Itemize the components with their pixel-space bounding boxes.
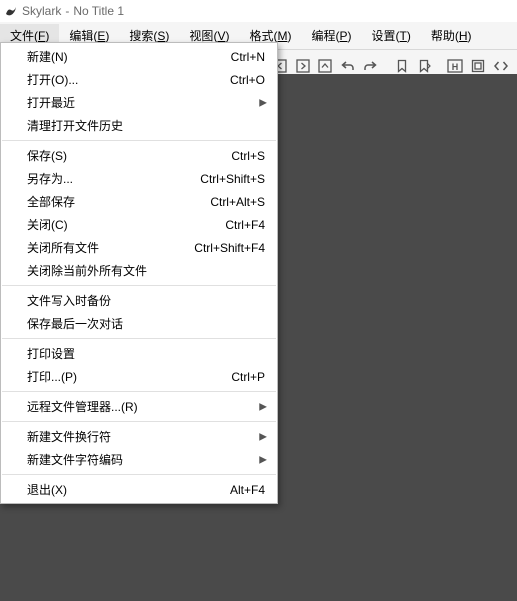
menu-separator: [2, 285, 276, 286]
menuitem-accel: Ctrl+S: [231, 149, 265, 163]
menuitem-open[interactable]: 打开(O)... Ctrl+O: [1, 68, 277, 91]
menuitem-label: 新建文件换行符: [27, 428, 265, 445]
menuitem-accel: Ctrl+O: [230, 73, 265, 87]
svg-text:H: H: [451, 62, 458, 72]
menu-settings[interactable]: 设置(T): [362, 24, 421, 47]
menuitem-open-recent[interactable]: 打开最近▶: [1, 91, 277, 114]
menuitem-accel: Ctrl+Alt+S: [210, 195, 265, 209]
menuitem-label: 另存为...: [27, 170, 188, 187]
menu-mnemonic: V: [217, 29, 225, 43]
menu-mnemonic: T: [400, 29, 407, 43]
menu-label: 编程: [311, 29, 335, 43]
menuitem-label: 打开(O)...: [27, 71, 218, 88]
menuitem-label: 打开最近: [27, 94, 265, 111]
menu-mnemonic: P: [339, 29, 347, 43]
menuitem-accel: Ctrl+N: [231, 50, 265, 64]
menu-label: 帮助: [431, 29, 455, 43]
menuitem-label: 新建(N): [27, 48, 219, 65]
menuitem-label: 清理打开文件历史: [27, 117, 265, 134]
menu-mnemonic: M: [277, 29, 287, 43]
menuitem-label: 打印...(P): [27, 368, 219, 385]
menu-help[interactable]: 帮助(H): [421, 24, 482, 47]
menuitem-label: 保存(S): [27, 147, 219, 164]
menuitem-accel: Ctrl+Shift+S: [200, 172, 265, 186]
title-app: Skylark: [22, 4, 61, 18]
menu-mnemonic: E: [97, 29, 105, 43]
menuitem-close-others[interactable]: 关闭除当前外所有文件: [1, 259, 277, 282]
menuitem-save-session[interactable]: 保存最后一次对话: [1, 312, 277, 335]
menuitem-new[interactable]: 新建(N) Ctrl+N: [1, 45, 277, 68]
menuitem-accel: Ctrl+F4: [225, 218, 265, 232]
menu-separator: [2, 391, 276, 392]
menuitem-exit[interactable]: 退出(X) Alt+F4: [1, 478, 277, 501]
menuitem-save-all[interactable]: 全部保存 Ctrl+Alt+S: [1, 190, 277, 213]
chevron-right-icon: ▶: [259, 97, 267, 108]
menuitem-label: 文件写入时备份: [27, 292, 265, 309]
menuitem-print[interactable]: 打印...(P) Ctrl+P: [1, 365, 277, 388]
menuitem-remote-files[interactable]: 远程文件管理器...(R)▶: [1, 395, 277, 418]
title-sep: -: [65, 4, 69, 18]
chevron-right-icon: ▶: [259, 454, 267, 465]
menuitem-clear-recent[interactable]: 清理打开文件历史: [1, 114, 277, 137]
menuitem-backup-on-write[interactable]: 文件写入时备份: [1, 289, 277, 312]
menu-mnemonic: F: [38, 29, 45, 43]
titlebar: Skylark - No Title 1: [0, 0, 517, 22]
menuitem-new-encoding[interactable]: 新建文件字符编码▶: [1, 448, 277, 471]
app-icon: [4, 4, 18, 18]
chevron-right-icon: ▶: [259, 431, 267, 442]
menuitem-label: 打印设置: [27, 345, 265, 362]
menu-separator: [2, 421, 276, 422]
menuitem-label: 新建文件字符编码: [27, 451, 265, 468]
menuitem-close[interactable]: 关闭(C) Ctrl+F4: [1, 213, 277, 236]
menu-label: 设置: [372, 29, 396, 43]
menuitem-label: 关闭除当前外所有文件: [27, 262, 265, 279]
menuitem-accel: Alt+F4: [230, 483, 265, 497]
menuitem-new-lineending[interactable]: 新建文件换行符▶: [1, 425, 277, 448]
menuitem-save[interactable]: 保存(S) Ctrl+S: [1, 144, 277, 167]
menuitem-print-setup[interactable]: 打印设置: [1, 342, 277, 365]
menu-program[interactable]: 编程(P): [301, 24, 361, 47]
menuitem-label: 关闭(C): [27, 216, 213, 233]
menu-label: 编辑: [69, 29, 93, 43]
menu-label: 格式: [249, 29, 273, 43]
menu-label: 文件: [10, 29, 34, 43]
menuitem-accel: Ctrl+P: [231, 370, 265, 384]
menuitem-label: 全部保存: [27, 193, 198, 210]
menu-mnemonic: S: [157, 29, 165, 43]
menuitem-close-all[interactable]: 关闭所有文件 Ctrl+Shift+F4: [1, 236, 277, 259]
menu-separator: [2, 140, 276, 141]
chevron-right-icon: ▶: [259, 401, 267, 412]
menuitem-label: 退出(X): [27, 481, 218, 498]
menu-separator: [2, 474, 276, 475]
file-menu-dropdown: 新建(N)Ctrl+N打开(O)...Ctrl+O打开最近▶清理打开文件历史保存…: [0, 42, 278, 504]
menu-separator: [2, 338, 276, 339]
menuitem-label: 保存最后一次对话: [27, 315, 265, 332]
menu-mnemonic: H: [459, 29, 468, 43]
title-doc: No Title 1: [73, 4, 124, 18]
menuitem-label: 远程文件管理器...(R): [27, 398, 265, 415]
menuitem-label: 关闭所有文件: [27, 239, 182, 256]
menuitem-accel: Ctrl+Shift+F4: [194, 241, 265, 255]
menu-label: 视图: [189, 29, 213, 43]
menuitem-save-as[interactable]: 另存为... Ctrl+Shift+S: [1, 167, 277, 190]
menu-label: 搜索: [129, 29, 153, 43]
